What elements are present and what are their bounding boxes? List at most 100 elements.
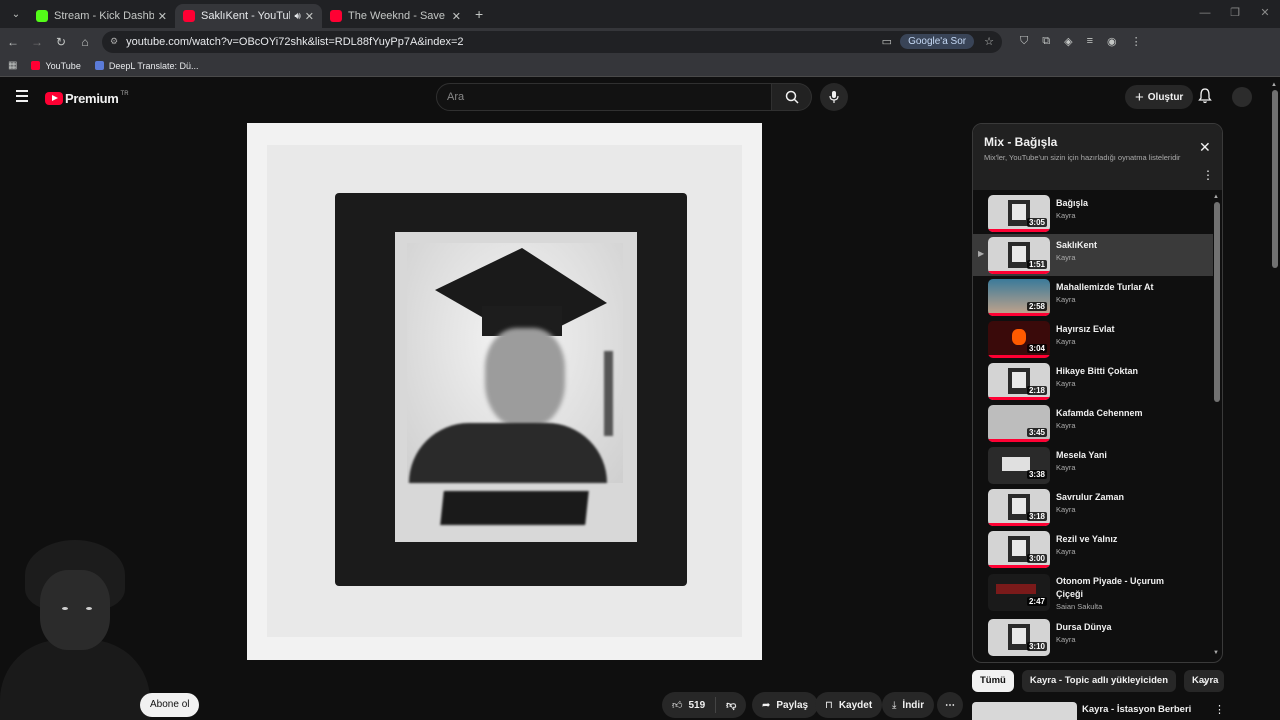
- item-title: Otonom Piyade - Uçurum Çiçeği: [1056, 576, 1165, 599]
- search-icon: [785, 90, 799, 104]
- apps-grid-icon[interactable]: ▦: [8, 60, 17, 71]
- recommended-title[interactable]: Kayra - İstasyon Berberi: [1082, 704, 1191, 715]
- video-player[interactable]: [247, 123, 762, 660]
- google-sor-button[interactable]: Google'a Sor: [900, 34, 975, 49]
- share-button[interactable]: ➦ Paylaş: [752, 692, 819, 718]
- close-icon[interactable]: ✕: [452, 10, 461, 23]
- profile-icon[interactable]: ◉: [1107, 35, 1117, 48]
- logo-word: Premium: [65, 91, 119, 106]
- playlist-items: 3:05 Bağışla Kayra ▶ 1:51 SaklıKent Kayr…: [973, 190, 1213, 660]
- streamer-face: [40, 570, 110, 650]
- chip-topic[interactable]: Kayra - Topic adlı yükleyiciden: [1021, 670, 1177, 692]
- close-icon[interactable]: ✕: [305, 10, 314, 23]
- playlist-item[interactable]: 3:18 Savrulur Zaman Kayra: [973, 486, 1213, 528]
- video-thumbnail: 3:05: [988, 195, 1050, 232]
- menu-hamburger-icon[interactable]: [16, 90, 28, 105]
- download-icon: ⤓: [892, 699, 897, 711]
- youtube-icon: [330, 10, 342, 22]
- playlist-item[interactable]: 3:00 Rezil ve Yalnız Kayra: [973, 528, 1213, 570]
- extensions-icon[interactable]: ⧉: [1042, 35, 1050, 48]
- playlist-item[interactable]: 3:05 Bağışla Kayra: [973, 192, 1213, 234]
- like-count: 519: [688, 699, 706, 711]
- search-input[interactable]: [436, 83, 772, 111]
- dislike-button[interactable]: 👎︎: [716, 699, 746, 711]
- item-title: Dursa Dünya: [1056, 622, 1112, 632]
- playlist-subtitle: Mix'ler, YouTube'un sizin için hazırladı…: [984, 153, 1181, 162]
- download-button[interactable]: ⤓ İndir: [882, 692, 935, 718]
- scroll-down-arrow-icon[interactable]: ▼: [1213, 650, 1219, 656]
- maximize-icon[interactable]: ❐: [1220, 0, 1250, 28]
- incognito-icon[interactable]: ◈: [1064, 35, 1072, 48]
- cast-icon[interactable]: ▭: [882, 35, 892, 48]
- kick-icon: [36, 10, 48, 22]
- video-thumbnail: 3:10: [988, 619, 1050, 656]
- playlist-item[interactable]: 3:04 Hayırsız Evlat Kayra: [973, 318, 1213, 360]
- playlist-item[interactable]: 2:18 Hikaye Bitti Çoktan Kayra: [973, 360, 1213, 402]
- deepl-icon: [94, 61, 104, 70]
- chip-all[interactable]: Tümü: [972, 670, 1014, 692]
- voice-search-button[interactable]: [820, 83, 848, 111]
- browser-toolbar: ← → ↻ ⌂ ⚙ youtube.com/watch?v=OBcOYi72sh…: [0, 28, 1280, 55]
- playlist-item[interactable]: 2:58 Mahallemizde Turlar At Kayra: [973, 276, 1213, 318]
- home-icon[interactable]: ⌂: [74, 35, 96, 49]
- like-dislike-group: 👍︎ 519 👎︎: [662, 692, 746, 718]
- item-title: Rezil ve Yalnız: [1056, 534, 1118, 544]
- more-vertical-icon[interactable]: ⋮: [1202, 168, 1214, 182]
- bookmark-youtube[interactable]: YouTube: [31, 61, 81, 71]
- notifications-bell-icon[interactable]: [1198, 88, 1212, 109]
- subscribe-button[interactable]: Abone ol: [140, 693, 200, 717]
- video-thumbnail: 3:38: [988, 447, 1050, 484]
- close-icon[interactable]: ✕: [158, 10, 167, 23]
- scroll-up-arrow-icon[interactable]: ▲: [1213, 194, 1219, 200]
- bookmark-icon: ⊓: [825, 699, 833, 711]
- browser-tab-weeknd[interactable]: The Weeknd - Save Your Tears ( ✕: [322, 4, 469, 28]
- media-icon[interactable]: ≡: [1087, 35, 1093, 48]
- create-button[interactable]: + Oluştur: [1125, 85, 1194, 109]
- item-title: Kafamda Cehennem: [1056, 408, 1143, 418]
- close-icon[interactable]: ✕: [1199, 139, 1211, 156]
- bookmark-star-icon[interactable]: ☆: [984, 35, 994, 48]
- now-playing-icon: ▶: [978, 249, 985, 258]
- playlist-item[interactable]: 2:47 Otonom Piyade - Uçurum Çiçeği Saian…: [973, 570, 1213, 616]
- recommended-thumbnail[interactable]: [972, 702, 1077, 720]
- item-artist: Kayra: [1056, 547, 1076, 556]
- shield-icon[interactable]: ⛉: [1020, 35, 1028, 48]
- site-info-icon[interactable]: ⚙: [110, 36, 118, 47]
- browser-tab-saklikent[interactable]: SaklıKent - YouTube 🔊︎ ✕: [175, 4, 322, 28]
- page-scroll-up-icon[interactable]: ▲: [1271, 82, 1277, 88]
- more-actions-button[interactable]: ⋯: [937, 692, 963, 718]
- reload-icon[interactable]: ↻: [50, 35, 72, 49]
- window-controls: — ❐ ✕: [1190, 0, 1280, 28]
- save-button[interactable]: ⊓ Kaydet: [815, 692, 883, 718]
- search-button[interactable]: [772, 83, 812, 111]
- page-scrollbar[interactable]: [1272, 90, 1278, 268]
- playlist-item[interactable]: 3:38 Mesela Yani Kayra: [973, 444, 1213, 486]
- playlist-panel: Mix - Bağışla Mix'ler, YouTube'un sizin …: [972, 123, 1223, 663]
- new-tab-icon[interactable]: +: [475, 6, 483, 22]
- streamer-body: [0, 640, 150, 720]
- save-label: Kaydet: [838, 699, 873, 711]
- speaker-icon[interactable]: 🔊︎: [294, 11, 300, 22]
- minimize-icon[interactable]: —: [1190, 0, 1220, 28]
- browser-tab-kick[interactable]: Stream - Kick Dashboard ✕: [28, 4, 175, 28]
- playlist-scrollbar[interactable]: [1214, 202, 1220, 402]
- youtube-premium-logo[interactable]: Premium TR: [45, 91, 129, 106]
- more-vertical-icon[interactable]: ⋮: [1214, 703, 1225, 716]
- close-window-icon[interactable]: ✕: [1250, 0, 1280, 28]
- video-thumbnail: 2:18: [988, 363, 1050, 400]
- forward-icon[interactable]: →: [26, 35, 48, 49]
- bookmark-deepl[interactable]: DeepL Translate: Dü...: [94, 61, 199, 71]
- item-title: Hikaye Bitti Çoktan: [1056, 366, 1139, 376]
- item-title: Mahallemizde Turlar At: [1056, 282, 1154, 292]
- tab-search-chevron-icon[interactable]: ⌄: [4, 4, 28, 24]
- playlist-item[interactable]: 3:10 Dursa Dünya Kayra: [973, 616, 1213, 658]
- like-button[interactable]: 👍︎ 519: [662, 697, 717, 713]
- playlist-item-current[interactable]: ▶ 1:51 SaklıKent Kayra: [973, 234, 1213, 276]
- playlist-item[interactable]: 3:45 Kafamda Cehennem Kayra: [973, 402, 1213, 444]
- duration-badge: 3:00: [1026, 554, 1047, 563]
- back-icon[interactable]: ←: [2, 35, 24, 49]
- menu-icon[interactable]: ⋮: [1131, 35, 1142, 48]
- account-avatar[interactable]: [1232, 87, 1252, 107]
- chevron-right-icon[interactable]: ›: [1203, 676, 1207, 690]
- address-bar[interactable]: ⚙ youtube.com/watch?v=OBcOYi72shk&list=R…: [102, 30, 1002, 53]
